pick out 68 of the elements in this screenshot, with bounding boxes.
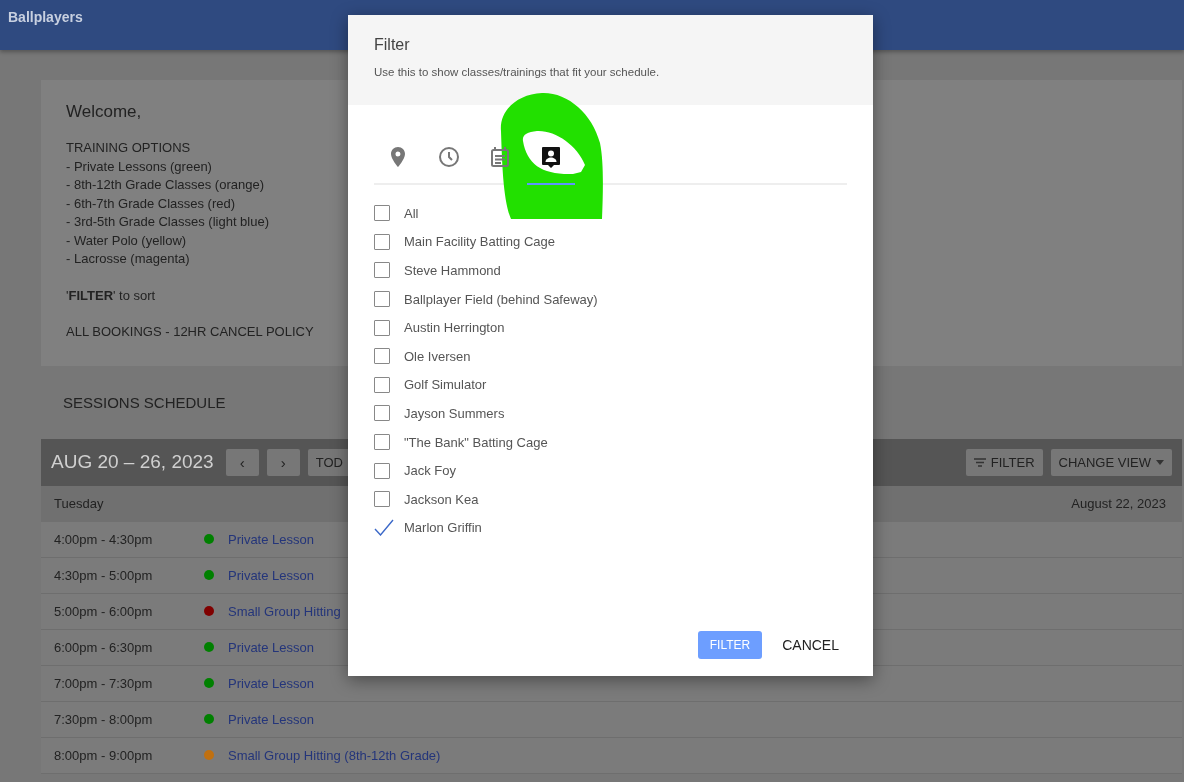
checkbox[interactable] [374,262,390,279]
caret-icon [1156,459,1164,465]
option-label: Main Facility Batting Cage [404,234,555,250]
session-time: 7:00pm - 7:30pm [54,675,154,691]
date-range: AUG 20 – 26, 2023 [51,451,214,473]
calendar-icon [491,147,509,167]
training-option: - 8th-12th Grade Classes (orange) [66,176,264,195]
checkbox[interactable] [374,434,390,451]
session-time: 4:00pm - 4:30pm [54,531,154,547]
option-label: Marlon Griffin [404,520,482,536]
site-title: Ballplayers [7,8,83,25]
cancel-policy: ALL BOOKINGS - 12HR CANCEL POLICY [66,323,314,341]
dialog-subtitle: Use this to show classes/trainings that fit your schedule. [374,66,661,78]
day-date: August 22, 2023 [1071,496,1166,511]
session-link[interactable]: Private Lesson [228,675,314,691]
checkbox[interactable] [374,376,390,393]
training-option: - Water Polo (yellow) [66,231,187,250]
option-label: Jayson Summers [404,405,505,421]
session-time: 5:00pm - 6:00pm [54,603,154,619]
training-option: - 3rd-5th Grade Classes (light blue) [66,213,270,232]
checkbox[interactable] [374,491,390,508]
option-label: Austin Herrington [404,320,505,336]
session-link[interactable]: Private Lesson [228,639,314,655]
option-label: Jack Foy [404,463,456,479]
dialog-title: Filter [374,36,411,54]
option-label: Jackson Kea [404,491,479,507]
session-link[interactable]: Private Lesson [228,567,314,583]
training-heading: TRAINING OPTIONS [66,139,191,157]
filter-button[interactable]: FILTER [965,448,1043,476]
training-option: - Lacrosse (magenta) [66,250,190,269]
option-label: "The Bank" Batting Cage [404,434,548,450]
session-link[interactable]: Small Group Hitting [228,603,341,619]
checkmark-icon[interactable] [374,519,394,537]
checkbox[interactable] [374,205,390,222]
session-time: 8:00pm - 9:00pm [54,747,154,763]
contact-card-icon [542,146,560,168]
next-button[interactable]: › [266,448,300,476]
day-name: Tuesday [54,496,104,511]
training-option: - Private Lessons (green) [66,157,212,176]
checkbox[interactable] [374,462,390,479]
previous-button[interactable]: ‹ [225,448,259,476]
section-title: SESSIONS SCHEDULE [63,393,226,413]
session-time: 6:00pm - 6:30pm [54,639,154,655]
today-button[interactable]: TOD [307,448,351,476]
filter-icon [973,457,986,467]
session-time: 4:30pm - 5:00pm [54,567,154,583]
checkbox[interactable] [374,291,390,308]
change-view-button[interactable]: CHANGE VIEW [1050,448,1172,476]
option-label: All [404,205,419,221]
checkbox[interactable] [374,233,390,250]
welcome-title: Welcome, [66,102,142,122]
training-option: - 6th-7th Grade Classes (red) [66,194,236,213]
location-pin-icon [391,147,405,167]
checkbox[interactable] [374,405,390,422]
session-link[interactable]: Private Lesson [228,531,314,547]
checkbox[interactable] [374,348,390,365]
clock-icon [439,147,459,167]
option-label: Ballplayer Field (behind Safeway) [404,291,598,307]
session-time: 7:30pm - 8:00pm [54,711,154,727]
option-label: Ole Iversen [404,348,471,364]
option-label: Golf Simulator [404,377,487,393]
option-label: Steve Hammond [404,263,501,278]
filter-note: 'FILTER' to sort [66,286,156,305]
session-link[interactable]: Small Group Hitting (8th-12th Grade) [228,747,441,763]
apply-filter-button[interactable]: FILTER [697,631,763,659]
cancel-button[interactable]: CANCEL [774,631,847,659]
session-link[interactable]: Private Lesson [228,711,314,727]
checkbox[interactable] [374,319,390,336]
